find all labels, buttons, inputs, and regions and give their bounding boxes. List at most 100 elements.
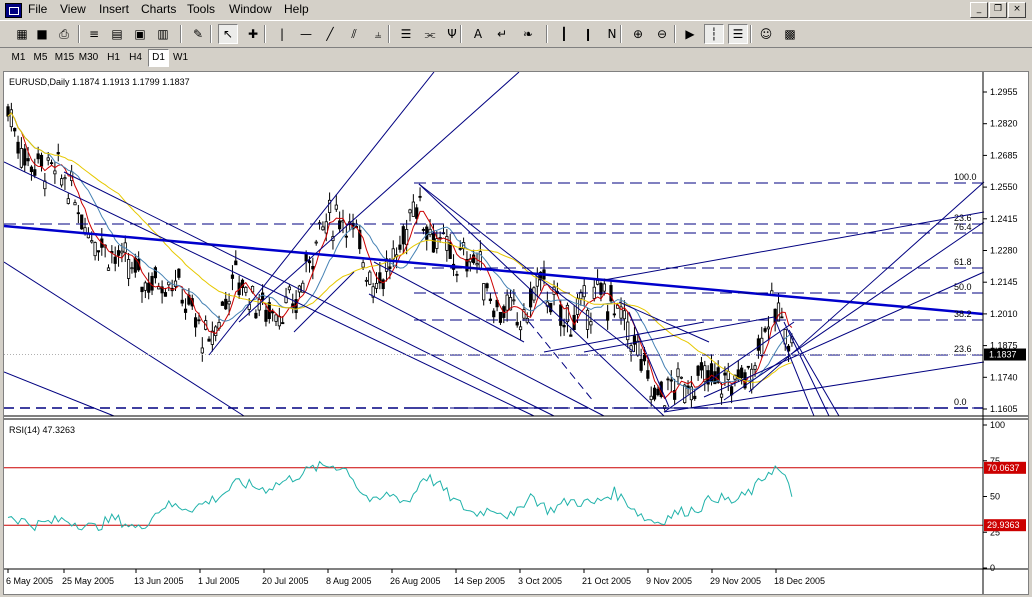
toolbar-separator [388, 25, 390, 43]
gann-fan-icon[interactable]: ⫨ [368, 24, 388, 44]
timeframe-d1[interactable]: D1 [148, 49, 169, 67]
zoom-out-icon[interactable]: ⊖ [652, 24, 672, 44]
candle-body [398, 244, 402, 250]
candle-body [214, 326, 218, 336]
toolbar-separator [750, 25, 752, 43]
candle-body [80, 214, 84, 230]
menu-help[interactable]: Help [284, 2, 309, 16]
data-window-icon[interactable]: ▤ [107, 24, 127, 44]
market-watch-icon[interactable]: ≡ [84, 24, 104, 44]
terminal-icon[interactable]: ▥ [153, 24, 173, 44]
date-label: 13 Jun 2005 [134, 576, 184, 586]
candle-body [418, 195, 422, 198]
experts-icon[interactable]: ☺ [756, 24, 776, 44]
menu-view[interactable]: View [60, 2, 86, 16]
print-icon[interactable]: ⎙ [54, 24, 74, 44]
fibo-fan-icon[interactable]: ⫘ [420, 24, 440, 44]
channel-icon[interactable]: ⫽ [344, 24, 364, 44]
chart-shift-icon[interactable]: ▶ [680, 24, 700, 44]
crosshair-icon[interactable]: ✚ [243, 24, 263, 44]
candle-body [147, 282, 151, 293]
candle-body [696, 365, 700, 376]
menu-tools[interactable]: Tools [187, 2, 215, 16]
candle-body [311, 266, 315, 270]
timeframe-m5[interactable]: M5 [30, 49, 51, 67]
fibo-retracement-icon[interactable]: ☰ [396, 24, 416, 44]
object-line [238, 71, 520, 323]
menu-charts[interactable]: Charts [141, 2, 176, 16]
minimize-button[interactable]: _ [970, 2, 988, 18]
candle-body [197, 319, 201, 322]
timeframe-m30[interactable]: M30 [78, 49, 99, 67]
candle-body [622, 310, 627, 320]
menu-insert[interactable]: Insert [99, 2, 129, 16]
fibo-arcs-icon[interactable]: Ψ [442, 24, 462, 44]
close-button[interactable]: × [1008, 2, 1026, 18]
timeframe-h1[interactable]: H1 [103, 49, 124, 67]
candle-body [431, 232, 436, 253]
menu-window[interactable]: Window [229, 2, 272, 16]
app-icon[interactable] [5, 3, 22, 18]
toolbar: ▦ ■ ⎙ ≡ ▤ ▣ ▥ ✎ ↖ ✚ | — ╱ ⫽ ⫨ ☰ ⫘ Ψ A ↵ ❧ ┃ ❙ N ⊕ ⊖ ▶ ┆ ☰ ☺ ▩ [0, 20, 1032, 48]
candle-body [314, 241, 318, 244]
candle-body [39, 154, 44, 167]
timeframe-m1[interactable]: M1 [8, 49, 29, 67]
label-icon[interactable]: ↵ [492, 24, 512, 44]
candle-body [512, 299, 516, 302]
periods-icon[interactable]: ☰ [728, 24, 748, 44]
new-chart-icon[interactable]: ▦ [12, 24, 32, 44]
object-line [783, 321, 830, 417]
candle-body [652, 387, 657, 400]
candlesticks-icon[interactable]: ❙ [578, 24, 598, 44]
zoom-in-icon[interactable]: ⊕ [628, 24, 648, 44]
object-line [3, 224, 984, 316]
candle-body [338, 220, 342, 230]
cursor-icon[interactable]: ↖ [218, 24, 238, 44]
timeframe-w1[interactable]: W1 [170, 49, 191, 67]
candle-body [130, 267, 134, 270]
save-icon[interactable]: ■ [32, 24, 52, 44]
candle-body [411, 201, 415, 217]
price-tick-label: 1.2415 [990, 214, 1018, 224]
trendline-icon[interactable]: ╱ [320, 24, 340, 44]
candle-body [127, 259, 131, 279]
wingdings-icon[interactable]: ❧ [518, 24, 538, 44]
chart-canvas[interactable]: 100.023.676.461.850.038.223.60.0 1.29551… [3, 71, 1028, 594]
candle-body [740, 367, 744, 379]
line-chart-icon[interactable]: N [602, 24, 622, 44]
candle-body [287, 286, 292, 291]
candle-body [177, 268, 181, 278]
timeframe-m15[interactable]: M15 [54, 49, 75, 67]
date-label: 6 May 2005 [6, 576, 53, 586]
navigator-icon[interactable]: ▣ [130, 24, 150, 44]
date-label: 25 May 2005 [62, 576, 114, 586]
candle-body [518, 326, 523, 331]
expert-advisors-icon[interactable]: ✎ [188, 24, 208, 44]
auto-scroll-icon[interactable]: ┆ [704, 24, 724, 44]
restore-button[interactable]: ❐ [989, 2, 1007, 18]
horizontal-line-icon[interactable]: — [296, 24, 316, 44]
candle-body [421, 229, 426, 231]
candle-body [475, 263, 479, 266]
chart-window[interactable]: 100.0 23.6 76.4 61.8 50.0 38.2 23.6 0.0 1.2955 1… [3, 71, 1029, 595]
candle-body [575, 297, 580, 315]
timeframe-h4[interactable]: H4 [125, 49, 146, 67]
vertical-line-icon[interactable]: | [272, 24, 292, 44]
text-icon[interactable]: A [468, 24, 488, 44]
current-price-label: 1.1837 [989, 350, 1017, 360]
candle-body [529, 288, 533, 308]
bar-chart-icon[interactable]: ┃ [554, 24, 574, 44]
candle-body [281, 322, 285, 325]
candle-body [207, 338, 211, 342]
candle-body [344, 235, 348, 238]
candle-body [53, 170, 57, 175]
object-line [748, 181, 985, 393]
candle-body [244, 287, 248, 293]
candle-body [482, 283, 486, 301]
toolbar-separator [674, 25, 676, 43]
candle-body [756, 338, 761, 351]
rsi-low-label: 29.9363 [987, 520, 1020, 530]
history-center-icon[interactable]: ▩ [780, 24, 800, 44]
menu-file[interactable]: File [28, 2, 47, 16]
candle-body [726, 371, 730, 380]
